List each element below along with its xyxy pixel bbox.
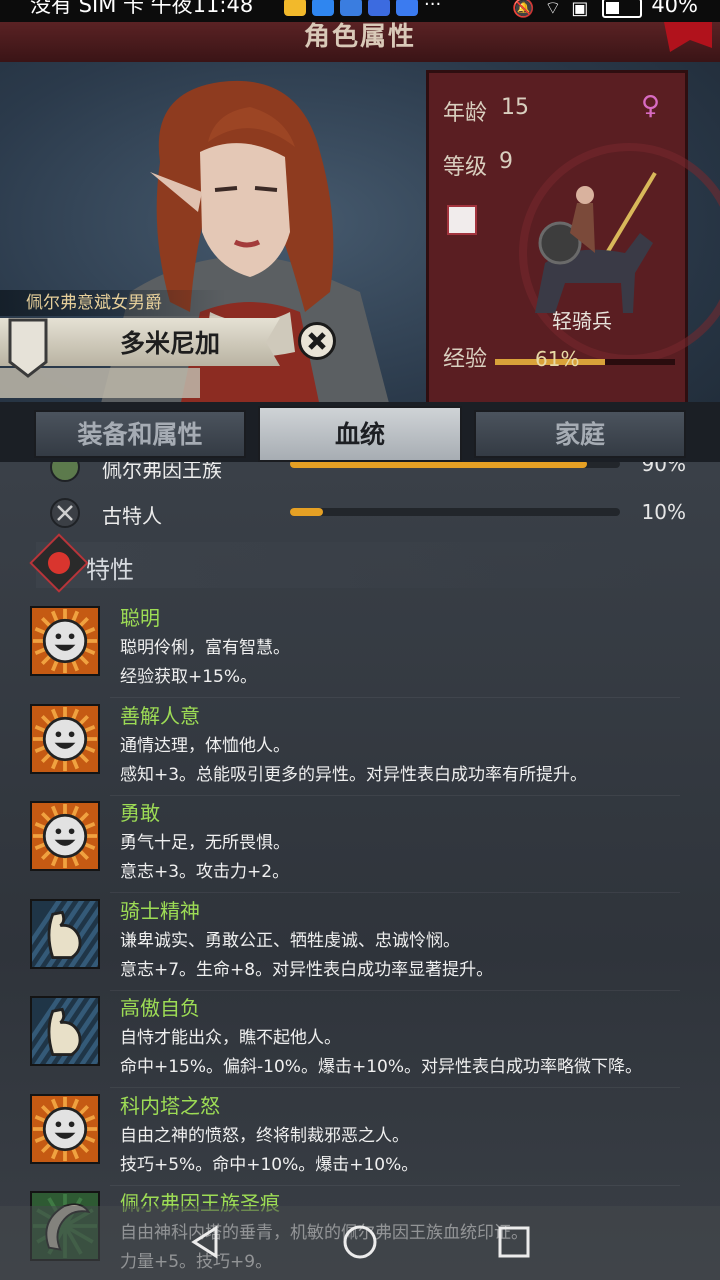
smiley-sun-icon (30, 1093, 100, 1164)
stats-panel: 年龄 15 ♀ 等级 9 轻骑兵 经验 61% (426, 70, 720, 410)
app-notification-icon (396, 0, 418, 16)
experience-percent: 61% (535, 347, 580, 371)
level-label: 等级 (443, 155, 488, 180)
trait-description: 自恃才能出众，瞧不起他人。 (120, 1028, 341, 1048)
trait-name: 善解人意 (120, 703, 200, 728)
trait-name: 科内塔之怒 (120, 1093, 220, 1118)
lineage-bar-fill (290, 462, 587, 468)
trait-effect: 感知+3。总能吸引更多的异性。对异性表白成功率有所提升。 (120, 764, 588, 785)
trait-description: 通情达理，体恤他人。 (120, 735, 290, 756)
traits-title: 特性 (86, 556, 134, 584)
lineage-bar (290, 462, 620, 468)
trait-row[interactable]: 聪明聪明伶俐，富有智慧。 经验获取+15%。 (0, 602, 720, 698)
age-value: 15 (501, 95, 529, 120)
page-title: 角色属性 (303, 22, 416, 52)
status-app-icons: ··· (284, 0, 454, 16)
trait-name: 高傲自负 (120, 996, 200, 1020)
app-notification-icon (368, 0, 390, 16)
divider (110, 697, 680, 698)
light-cavalry-figure (535, 171, 657, 313)
recents-square-icon[interactable] (494, 1222, 534, 1262)
character-name[interactable]: 多米尼加 (100, 324, 240, 360)
lineage-content[interactable]: 佩尔弗因王族 90% 古特人 10% 特性 聪明聪明伶俐，富有智慧。 经验获取+1… (0, 462, 720, 1280)
trait-effect: 命中+15%。偏斜-10%。爆击+10%。对异性表白成功率略微下降。 (120, 1057, 642, 1077)
smiley-sun-icon (30, 606, 100, 676)
experience-bar (495, 359, 675, 365)
flexed-arm-icon (30, 898, 100, 969)
unit-type-label: 轻骑兵 (552, 309, 612, 333)
trait-name: 勇敢 (120, 801, 160, 825)
trait-description: 聪明伶俐，富有智慧。 (120, 638, 290, 658)
trait-description: 谦卑诚实、勇敢公正、牺牲虔诚、忠诚怜悯。 (120, 930, 460, 951)
app-notification-icon (312, 0, 334, 16)
female-icon: ♀ (641, 91, 661, 121)
lineage-row: 佩尔弗因王族 90% (0, 462, 720, 492)
smiley-sun-icon (30, 801, 100, 871)
divider (110, 1184, 680, 1186)
trait-row[interactable]: 科内塔之怒自由之神的愤怒，终将制裁邪恶之人。 技巧+5%。命中+10%。爆击+10… (0, 1090, 720, 1186)
trait-effect: 经验获取+15%。 (120, 667, 258, 687)
more-icon: ··· (424, 0, 442, 15)
age-label: 年龄 (443, 101, 488, 126)
trait-row[interactable]: 骑士精神谦卑诚实、勇敢公正、牺牲虔诚、忠诚怜悯。意志+7。生命+8。对异性表白成… (0, 895, 720, 991)
lineage-percent: 10% (641, 500, 686, 524)
app-notification-icon (340, 0, 362, 16)
trait-effect: 意志+3。攻击力+2。 (120, 862, 290, 882)
trait-description: 自由之神的愤怒，终将制裁邪恶之人。 (120, 1125, 409, 1146)
shield-icon (8, 318, 48, 378)
app-notification-icon (284, 0, 306, 16)
back-triangle-icon[interactable] (186, 1222, 226, 1262)
tab-bar: 装备和属性 血统 家庭 (0, 402, 720, 462)
smiley-sun-icon (30, 703, 100, 774)
divider (110, 892, 680, 893)
trait-row[interactable]: 善解人意通情达理，体恤他人。感知+3。总能吸引更多的异性。对异性表白成功率有所提… (0, 700, 720, 796)
status-left-text: 没有 SIM 卡 午夜11:48 (30, 0, 254, 17)
lineage-percent: 90% (641, 462, 686, 476)
header-banner: 角色属性 (0, 22, 720, 64)
tab-family[interactable]: 家庭 (474, 410, 686, 458)
lineage-row: 古特人 10% (0, 498, 720, 538)
trait-effect: 技巧+5%。命中+10%。爆击+10%。 (120, 1154, 419, 1175)
back-ribbon-icon[interactable] (660, 22, 712, 52)
trait-name: 骑士精神 (120, 898, 200, 923)
trait-row[interactable]: 勇敢勇气十足，无所畏惧。 意志+3。攻击力+2。 (0, 797, 720, 893)
navigation-bar (0, 1206, 720, 1280)
divider (110, 989, 680, 991)
horse-icon (447, 205, 477, 235)
lineage-name: 古特人 (102, 504, 162, 528)
flexed-arm-icon (30, 996, 100, 1066)
home-circle-icon[interactable] (340, 1222, 380, 1262)
lineage-bar (290, 508, 620, 516)
lineage-name: 佩尔弗因王族 (102, 462, 222, 482)
trait-description: 勇气十足，无所畏惧。 (120, 833, 290, 853)
divider (110, 794, 680, 796)
tab-lineage[interactable]: 血统 (258, 406, 462, 462)
experience-label: 经验 (443, 347, 488, 372)
trait-effect: 意志+7。生命+8。对异性表白成功率显著提升。 (120, 959, 494, 980)
lineage-bar-fill (290, 508, 323, 516)
dismiss-button[interactable] (298, 322, 336, 360)
trait-name: 聪明 (120, 606, 160, 630)
battery-percent: 40% (651, 0, 698, 17)
level-value: 9 (499, 149, 513, 174)
crossed-axes-icon (50, 498, 80, 528)
close-icon (308, 332, 326, 350)
trait-row[interactable]: 高傲自负自恃才能出众，瞧不起他人。命中+15%。偏斜-10%。爆击+10%。对异… (0, 992, 720, 1088)
royal-crest-icon (50, 462, 80, 482)
divider (110, 1087, 680, 1088)
rank-title: 佩尔弗意斌女男爵 (0, 290, 226, 316)
tab-equipment[interactable]: 装备和属性 (34, 410, 246, 458)
